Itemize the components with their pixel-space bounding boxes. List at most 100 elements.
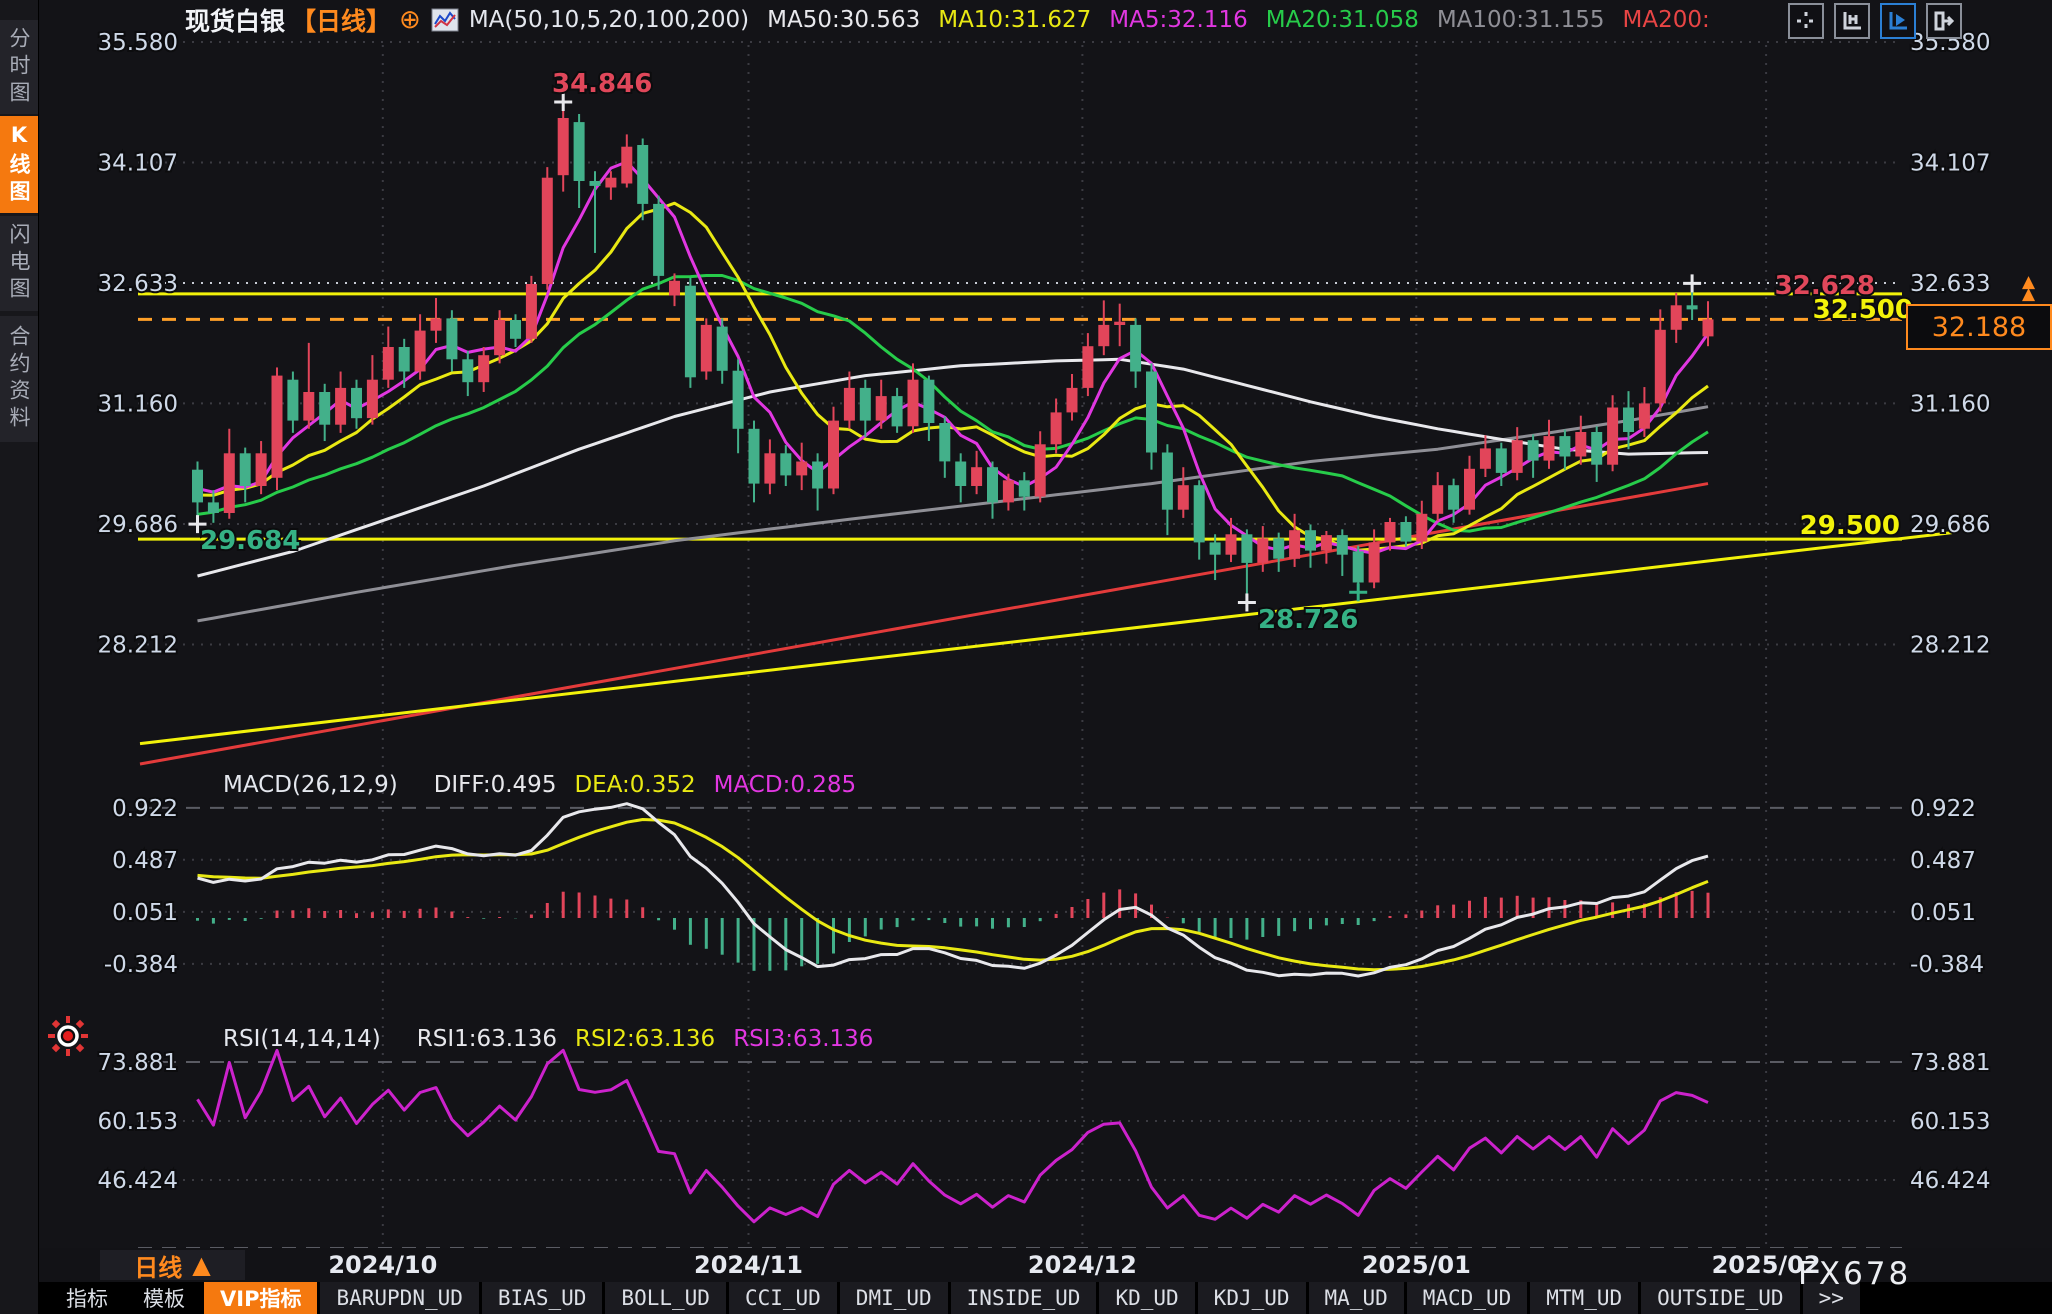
rsi-header: RSI(14,14,14) RSI1:63.136 RSI2:63.136 RSI3:…: [223, 1026, 873, 1052]
svg-text:0.051: 0.051: [112, 900, 178, 926]
indicator-tab-2[interactable]: 模板: [127, 1282, 201, 1314]
svg-text:60.153: 60.153: [1910, 1109, 1990, 1135]
ma-legend: MA50:30.563 MA10:31.627 MA5:32.116 MA20:31.…: [749, 7, 1710, 33]
macd-params-label: MACD(26,12,9): [223, 772, 398, 798]
ma-legend-item: MA20:31.058: [1266, 7, 1419, 33]
rsi-legend-item: RSI3:63.136: [733, 1026, 873, 1052]
last-price-box: 32.188: [1906, 304, 2052, 350]
svg-text:34.107: 34.107: [98, 150, 178, 176]
chart-toolbar: [1788, 3, 1962, 39]
sidebar-item-3[interactable]: 闪电图: [0, 216, 38, 311]
macd-legend-item: DEA:0.352: [574, 772, 695, 798]
svg-text:32.633: 32.633: [1910, 271, 1990, 297]
crosshair-icon[interactable]: [1788, 3, 1824, 39]
macd-panel: [198, 804, 1709, 976]
date-axis-row: 日线▲ 2024/102024/112024/122025/012025/02: [38, 1248, 2052, 1282]
sidebar-item-2[interactable]: K线图: [0, 116, 38, 213]
svg-text:29.686: 29.686: [98, 512, 178, 538]
indicator-tab-11[interactable]: KDJ_UD: [1198, 1282, 1306, 1314]
svg-text:32.633: 32.633: [98, 271, 178, 297]
mini-chart-icon[interactable]: [431, 8, 459, 32]
sidebar: 分时图K线图闪电图合约资料: [0, 0, 39, 1314]
svg-text:73.881: 73.881: [1910, 1050, 1990, 1076]
ma-legend-item: MA10:31.627: [938, 7, 1091, 33]
grid: [138, 42, 1902, 1248]
svg-text:-0.384: -0.384: [104, 952, 178, 978]
svg-text:29.686: 29.686: [1910, 512, 1990, 538]
ma-legend-item: MA50:30.563: [767, 7, 920, 33]
indicator-tab-9[interactable]: INSIDE_UD: [951, 1282, 1097, 1314]
circle-plus-icon[interactable]: ⊕: [399, 7, 421, 33]
axis-labels: 35.58035.58034.10734.10732.63332.63331.1…: [98, 30, 1991, 1194]
axis-scale-icon[interactable]: [1834, 3, 1870, 39]
svg-text:34.107: 34.107: [1910, 150, 1990, 176]
rsi-params-label: RSI(14,14,14): [223, 1026, 381, 1052]
ma-params-label: MA(50,10,5,20,100,200): [469, 7, 749, 33]
date-label: 2024/11: [689, 1251, 809, 1279]
svg-text:31.160: 31.160: [98, 391, 178, 417]
ma-legend-item: MA200:: [1623, 7, 1710, 33]
indicator-tab-15[interactable]: OUTSIDE_UD: [1641, 1282, 1799, 1314]
alert-sun-icon[interactable]: [46, 1014, 90, 1062]
macd-legend-item: MACD:0.285: [714, 772, 857, 798]
svg-text:29.684: 29.684: [200, 526, 300, 556]
svg-text:0.487: 0.487: [1910, 848, 1976, 874]
macd-header: MACD(26,12,9) DIFF:0.495 DEA:0.352 MACD:0.2…: [223, 772, 856, 798]
timeframe-label: 日线: [134, 1248, 182, 1283]
indicator-tab-5[interactable]: BIAS_UD: [482, 1282, 603, 1314]
svg-text:32.500: 32.500: [1813, 295, 1913, 325]
svg-text:0.487: 0.487: [112, 848, 178, 874]
indicator-tab-8[interactable]: DMI_UD: [840, 1282, 948, 1314]
ma-legend-item: MA5:32.116: [1109, 7, 1247, 33]
svg-text:0.922: 0.922: [112, 796, 178, 822]
collapse-right-icon[interactable]: [1926, 3, 1962, 39]
sidebar-item-1[interactable]: 分时图: [0, 20, 38, 114]
svg-text:28.212: 28.212: [98, 632, 178, 658]
period-label[interactable]: 【日线】: [291, 2, 391, 38]
ma-legend-item: MA100:31.155: [1437, 7, 1605, 33]
indicator-tab-7[interactable]: CCI_UD: [729, 1282, 837, 1314]
timeframe-selector[interactable]: 日线 ▲: [100, 1250, 245, 1280]
axis-play-icon[interactable]: [1880, 3, 1916, 39]
chart-header: 现货白银 【日线】 ⊕ MA(50,10,5,20,100,200) MA50:…: [38, 0, 2052, 40]
indicator-tab-6[interactable]: BOLL_UD: [605, 1282, 726, 1314]
date-label: 2024/12: [1022, 1251, 1142, 1279]
date-label: 2025/01: [1356, 1251, 1476, 1279]
svg-text:0.922: 0.922: [1910, 796, 1976, 822]
indicator-tab-12[interactable]: MA_UD: [1309, 1282, 1404, 1314]
svg-text:28.212: 28.212: [1910, 632, 1990, 658]
svg-text:73.881: 73.881: [98, 1050, 178, 1076]
svg-text:28.726: 28.726: [1258, 605, 1358, 635]
svg-text:46.424: 46.424: [98, 1168, 178, 1194]
svg-text:60.153: 60.153: [98, 1109, 178, 1135]
date-label: 2024/10: [323, 1251, 443, 1279]
trend-lines[interactable]: [138, 283, 1952, 764]
svg-text:31.160: 31.160: [1910, 391, 1990, 417]
brand-watermark: FX678: [1798, 1256, 1911, 1292]
instrument-title: 现货白银: [185, 2, 285, 38]
indicator-tab-1[interactable]: 指标: [50, 1282, 124, 1314]
macd-values: DIFF:0.495 DEA:0.352 MACD:0.285: [416, 772, 856, 798]
svg-text:34.846: 34.846: [552, 69, 652, 99]
rsi-legend-item: RSI2:63.136: [575, 1026, 715, 1052]
indicator-tab-3[interactable]: VIP指标: [204, 1282, 317, 1314]
svg-text:29.500: 29.500: [1800, 511, 1900, 541]
indicator-tab-13[interactable]: MACD_UD: [1407, 1282, 1528, 1314]
rsi-values: RSI1:63.136 RSI2:63.136 RSI3:63.136: [399, 1026, 874, 1052]
svg-text:-0.384: -0.384: [1910, 952, 1984, 978]
triangle-up-icon: ▲: [192, 1251, 210, 1279]
svg-text:46.424: 46.424: [1910, 1168, 1990, 1194]
indicator-tab-bar: 指标模板VIP指标BARUPDN_UDBIAS_UDBOLL_UDCCI_UDD…: [38, 1282, 2052, 1314]
indicator-tab-14[interactable]: MTM_UD: [1530, 1282, 1638, 1314]
macd-legend-item: DIFF:0.495: [434, 772, 557, 798]
rsi-legend-item: RSI1:63.136: [417, 1026, 557, 1052]
svg-text:0.051: 0.051: [1910, 900, 1976, 926]
indicator-tab-4[interactable]: BARUPDN_UD: [320, 1282, 478, 1314]
app-root: 分时图K线图闪电图合约资料 现货白银 【日线】 ⊕ MA(50,10,5,20,…: [0, 0, 2052, 1314]
indicator-tab-10[interactable]: KD_UD: [1099, 1282, 1194, 1314]
rsi-panel: [198, 1050, 1709, 1222]
ma-lines: [198, 162, 1709, 621]
sidebar-item-4[interactable]: 合约资料: [0, 316, 38, 442]
last-price-value: 32.188: [1932, 312, 2026, 343]
chart-canvas[interactable]: 35.58035.58034.10734.10732.63332.63331.1…: [0, 0, 2052, 1314]
